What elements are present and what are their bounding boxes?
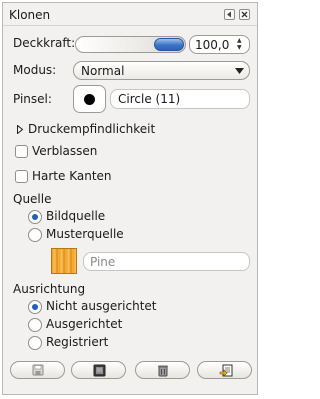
pressure-sensitivity-label[interactable]: Druckempfindlichkeit	[28, 122, 155, 136]
opacity-label: Deckkraft:	[13, 36, 76, 50]
spin-arrows-icon[interactable]: ▲ ▼	[237, 37, 245, 51]
mode-label: Modus:	[13, 63, 57, 77]
registered-label[interactable]: Registriert	[46, 335, 108, 349]
save-icon	[32, 364, 44, 376]
pattern-preview-button[interactable]	[51, 248, 77, 274]
non-aligned-label[interactable]: Nicht ausgerichtet	[46, 299, 157, 313]
opacity-slider[interactable]	[75, 36, 186, 53]
pattern-name-text: Pine	[90, 255, 116, 269]
opacity-slider-handle[interactable]	[154, 38, 184, 51]
non-aligned-radio[interactable]	[28, 300, 42, 314]
aligned-label[interactable]: Ausgerichtet	[46, 317, 122, 331]
hard-edges-checkbox[interactable]	[15, 170, 28, 183]
pattern-source-label[interactable]: Musterquelle	[46, 227, 124, 241]
source-heading: Quelle	[13, 192, 52, 206]
image-source-radio[interactable]	[28, 210, 42, 224]
hard-edges-label[interactable]: Harte Kanten	[32, 169, 112, 183]
opacity-spinbutton[interactable]: 100,0 ▲ ▼	[189, 35, 250, 54]
mode-value: Normal	[81, 64, 125, 78]
pattern-source-radio[interactable]	[28, 228, 42, 242]
alignment-heading: Ausrichtung	[13, 282, 86, 296]
restore-options-button[interactable]	[71, 361, 126, 379]
brush-name-text: Circle (11)	[118, 92, 181, 106]
tab-menu-icon[interactable]	[224, 9, 235, 20]
registered-radio[interactable]	[28, 336, 42, 350]
expander-arrow-icon[interactable]	[17, 125, 23, 134]
delete-icon	[158, 365, 168, 377]
dialog-title: Klonen	[9, 8, 51, 22]
close-icon[interactable]	[239, 9, 250, 20]
brush-name-field: Circle (11)	[110, 89, 250, 109]
bottom-button-bar	[8, 361, 253, 381]
delete-options-button[interactable]	[135, 361, 190, 379]
pattern-name-field: Pine	[83, 252, 250, 271]
image-source-label[interactable]: Bildquelle	[46, 209, 105, 223]
aligned-radio[interactable]	[28, 318, 42, 332]
brush-label: Pinsel:	[13, 92, 52, 106]
brush-selector-button[interactable]	[73, 85, 106, 113]
chevron-down-icon	[235, 68, 244, 74]
fade-checkbox[interactable]	[15, 145, 28, 158]
opacity-value[interactable]: 100,0	[195, 38, 229, 52]
mode-combobox[interactable]: Normal	[73, 61, 250, 80]
dialog-titlebar: Klonen	[3, 3, 257, 26]
reset-options-button[interactable]	[197, 361, 252, 379]
save-options-button[interactable]	[10, 361, 65, 379]
fade-label[interactable]: Verblassen	[32, 144, 97, 158]
reset-icon	[219, 364, 233, 377]
restore-icon	[93, 364, 106, 377]
brush-preview-icon	[84, 94, 95, 105]
clone-tool-options-dialog: Klonen Deckkraft: 100,0 ▲ ▼ Modus: Normal…	[2, 2, 258, 395]
